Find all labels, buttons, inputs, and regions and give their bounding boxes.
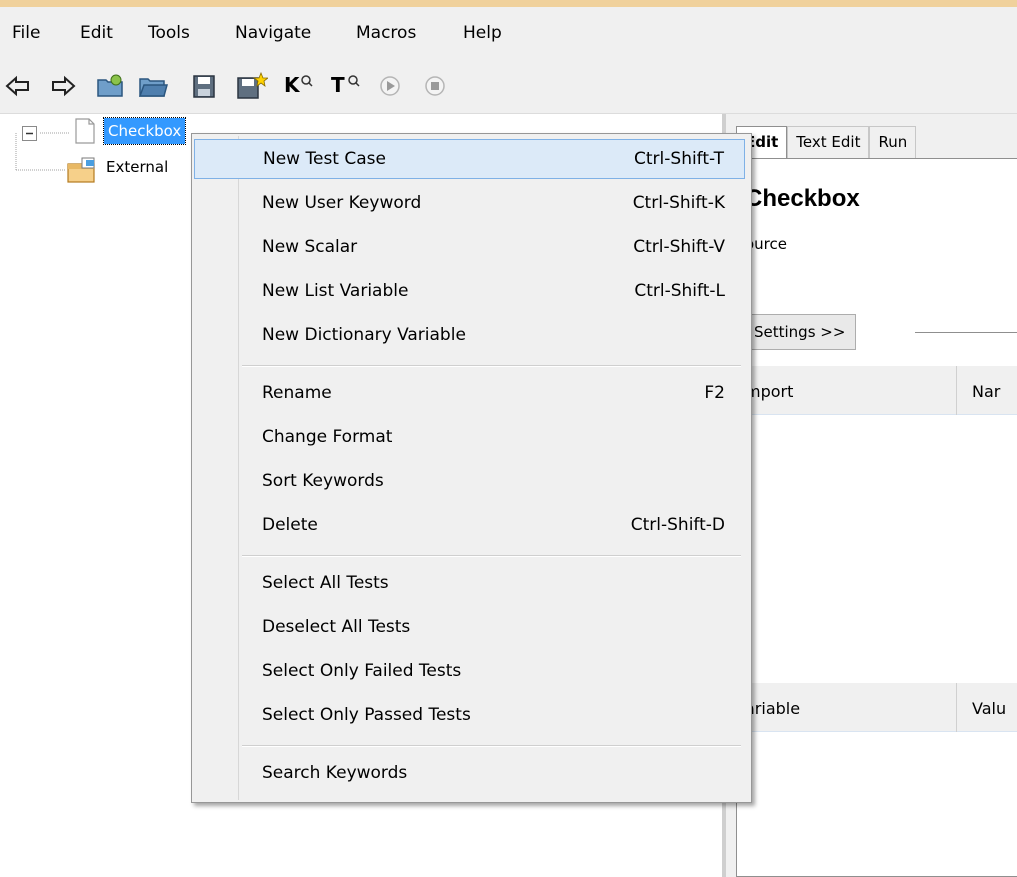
menu-item-label: Deselect All Tests	[262, 617, 411, 637]
menu-item-label: New List Variable	[262, 281, 409, 301]
menu-item-delete[interactable]: Delete Ctrl-Shift-D	[194, 506, 745, 546]
settings-toggle-button[interactable]: Settings >>	[743, 314, 857, 350]
menu-item-select-only-failed-tests[interactable]: Select Only Failed Tests	[194, 652, 745, 692]
menu-tools[interactable]: Tools	[148, 23, 190, 43]
import-column-header: mport	[745, 382, 794, 401]
menu-item-shortcut: F2	[704, 383, 725, 403]
open-folder-icon[interactable]	[95, 71, 127, 101]
column-divider	[956, 683, 957, 732]
menu-macros[interactable]: Macros	[356, 23, 416, 43]
menu-item-label: Sort Keywords	[262, 471, 384, 491]
settings-divider	[915, 332, 1017, 333]
menu-item-search-keywords[interactable]: Search Keywords	[194, 754, 745, 794]
menu-item-rename[interactable]: Rename F2	[194, 374, 745, 414]
menu-item-new-list-variable[interactable]: New List Variable Ctrl-Shift-L	[194, 272, 745, 312]
editor-panel: Edit Text Edit Run Checkbox ource Settin…	[726, 114, 1017, 877]
menu-item-sort-keywords[interactable]: Sort Keywords	[194, 462, 745, 502]
menu-item-select-only-passed-tests[interactable]: Select Only Passed Tests	[194, 696, 745, 736]
menu-item-label: New User Keyword	[262, 193, 422, 213]
menu-item-label: New Test Case	[263, 149, 386, 169]
menu-separator	[242, 745, 741, 747]
menu-item-new-user-keyword[interactable]: New User Keyword Ctrl-Shift-K	[194, 184, 745, 224]
stop-icon[interactable]	[423, 71, 451, 101]
column-divider	[956, 366, 957, 415]
run-icon[interactable]	[378, 71, 406, 101]
editor-tabs: Edit Text Edit Run	[736, 126, 917, 158]
menu-item-label: Rename	[262, 383, 332, 403]
menu-item-shortcut: Ctrl-Shift-K	[632, 193, 725, 213]
import-table-header: mport Nar	[737, 366, 1017, 415]
variable-table-header: ariable Valu	[737, 683, 1017, 732]
test-search-icon[interactable]: T	[331, 71, 361, 101]
menu-item-label: Select All Tests	[262, 573, 389, 593]
menu-separator	[242, 365, 741, 367]
menu-item-label: Select Only Failed Tests	[262, 661, 462, 681]
file-icon	[74, 118, 96, 144]
context-menu: New Test Case Ctrl-Shift-T New User Keyw…	[191, 133, 752, 803]
menu-item-new-test-case[interactable]: New Test Case Ctrl-Shift-T	[194, 139, 745, 179]
menu-item-label: Search Keywords	[262, 763, 408, 783]
variable-column-header: ariable	[745, 699, 801, 718]
tab-text-edit[interactable]: Text Edit	[787, 126, 870, 158]
tree-item-checkbox-suite[interactable]: Checkbox	[102, 117, 187, 145]
external-resources-icon	[66, 156, 100, 184]
menu-item-change-format[interactable]: Change Format	[194, 418, 745, 458]
menu-item-shortcut: Ctrl-Shift-L	[634, 281, 725, 301]
menu-item-new-scalar[interactable]: New Scalar Ctrl-Shift-V	[194, 228, 745, 268]
menu-file[interactable]: File	[12, 23, 40, 43]
menu-item-new-dictionary-variable[interactable]: New Dictionary Variable	[194, 316, 745, 356]
tab-run[interactable]: Run	[869, 126, 917, 158]
suite-title: Checkbox	[745, 185, 860, 212]
menu-item-select-all-tests[interactable]: Select All Tests	[194, 564, 745, 604]
menu-item-label: Delete	[262, 515, 318, 535]
menu-item-shortcut: Ctrl-Shift-T	[634, 149, 724, 169]
menu-edit[interactable]: Edit	[80, 23, 113, 43]
window-title-strip	[0, 0, 1017, 7]
collapse-toggle-icon[interactable]	[22, 126, 37, 141]
menu-item-shortcut: Ctrl-Shift-V	[633, 237, 725, 257]
value-column-header: Valu	[972, 699, 1007, 718]
menu-item-label: Change Format	[262, 427, 393, 447]
menu-item-label: New Scalar	[262, 237, 358, 257]
forward-arrow-icon[interactable]	[49, 71, 77, 101]
save-all-icon[interactable]	[234, 71, 270, 101]
tree-item-external-resources[interactable]: External	[106, 158, 168, 176]
menu-help[interactable]: Help	[463, 23, 502, 43]
folder-icon[interactable]	[137, 71, 169, 101]
edit-view: Checkbox ource Settings >> mport Nar ari…	[736, 158, 1017, 877]
menu-bar: File Edit Tools Navigate Macros Help	[0, 7, 1017, 61]
menu-item-deselect-all-tests[interactable]: Deselect All Tests	[194, 608, 745, 648]
menu-item-label: New Dictionary Variable	[262, 325, 466, 345]
name-column-header: Nar	[972, 382, 1001, 401]
menu-separator	[242, 555, 741, 557]
toolbar: K T	[0, 61, 1017, 114]
menu-item-label: Select Only Passed Tests	[262, 705, 471, 725]
keyword-search-icon[interactable]: K	[284, 71, 314, 101]
save-icon[interactable]	[190, 71, 218, 101]
menu-navigate[interactable]: Navigate	[235, 23, 311, 43]
back-arrow-icon[interactable]	[4, 71, 32, 101]
menu-item-shortcut: Ctrl-Shift-D	[630, 515, 725, 535]
